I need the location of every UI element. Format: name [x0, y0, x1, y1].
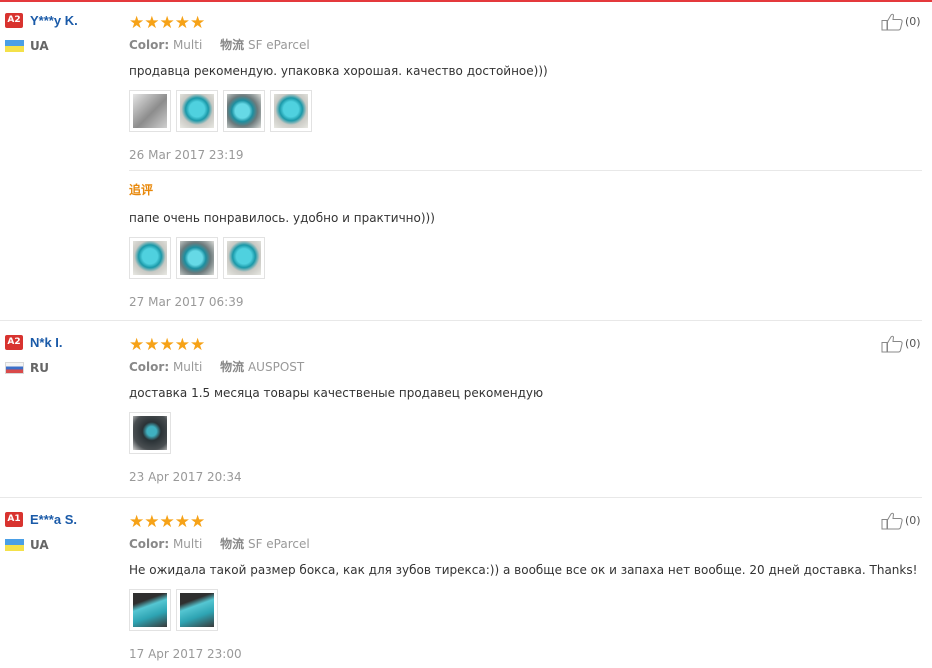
- top-accent-line: [0, 0, 932, 2]
- review-text: Не ожидала такой размер бокса, как для з…: [129, 563, 918, 577]
- followup-content: 追评 папе очень понравилось. удобно и прак…: [129, 182, 879, 309]
- followup-date: 27 Mar 2017 06:39: [129, 295, 244, 309]
- order-info: Color: Multi 物流 AUSPOST: [129, 359, 879, 375]
- ukraine-flag-icon: [5, 538, 24, 551]
- buyer-info: A1 E***a S. UA: [5, 512, 120, 552]
- review-photos: [129, 589, 879, 631]
- star-rating: ★★★★★: [129, 335, 206, 355]
- country-code: UA: [30, 38, 49, 53]
- shipping-value: SF eParcel: [247, 537, 310, 551]
- color-label: Color:: [129, 360, 170, 374]
- shipping-value: SF eParcel: [247, 38, 310, 52]
- buyer-info: A2 N*k I. RU: [5, 335, 120, 375]
- review-content: ★★★★★ Color: Multi 物流 AUSPOST доставка 1…: [129, 335, 879, 484]
- review-date: 17 Apr 2017 23:00: [129, 647, 242, 661]
- like-count: (0): [905, 337, 921, 350]
- review-date: 23 Apr 2017 20:34: [129, 470, 242, 484]
- thumbs-up-icon: [881, 13, 903, 31]
- review-photo-thumbnail[interactable]: [223, 237, 265, 279]
- country-code: RU: [30, 360, 49, 375]
- star-rating: ★★★★★: [129, 13, 206, 33]
- buyer-level-badge: A2: [5, 335, 23, 350]
- thumbs-up-icon: [881, 335, 903, 353]
- review-photo-thumbnail[interactable]: [129, 589, 171, 631]
- color-value: Multi: [172, 537, 203, 551]
- buyer-country: UA: [5, 38, 120, 53]
- review-text: продавца рекомендую. упаковка хорошая. к…: [129, 64, 548, 78]
- buyer-country: RU: [5, 360, 120, 375]
- shipping-label: 物流: [220, 38, 245, 52]
- thumbs-up-icon: [881, 512, 903, 530]
- like-count: (0): [905, 15, 921, 28]
- review-text: доставка 1.5 месяца товары качественые п…: [129, 386, 544, 400]
- shipping-value: AUSPOST: [247, 360, 305, 374]
- country-code: UA: [30, 537, 49, 552]
- review-photo-thumbnail[interactable]: [176, 237, 218, 279]
- buyer-name[interactable]: Y***y K.: [30, 13, 78, 28]
- review-date: 26 Mar 2017 23:19: [129, 148, 244, 162]
- color-value: Multi: [172, 360, 203, 374]
- color-value: Multi: [172, 38, 203, 52]
- followup-photos: [129, 237, 879, 279]
- order-info: Color: Multi 物流 SF eParcel: [129, 37, 879, 53]
- buyer-info: A2 Y***y K. UA: [5, 13, 120, 53]
- like-count: (0): [905, 514, 921, 527]
- buyer-country: UA: [5, 537, 120, 552]
- review-photo-thumbnail[interactable]: [129, 412, 171, 454]
- ukraine-flag-icon: [5, 39, 24, 52]
- buyer-name[interactable]: E***a S.: [30, 512, 77, 527]
- review-content: ★★★★★ Color: Multi 物流 SF eParcel Не ожид…: [129, 512, 918, 661]
- review-photo-thumbnail[interactable]: [223, 90, 265, 132]
- like-button[interactable]: (0): [881, 512, 921, 530]
- review-divider: [0, 320, 922, 321]
- like-button[interactable]: (0): [881, 335, 921, 353]
- order-info: Color: Multi 物流 SF eParcel: [129, 536, 879, 552]
- color-label: Color:: [129, 38, 170, 52]
- followup-divider: [129, 170, 922, 171]
- review-photos: [129, 90, 879, 132]
- review-photo-thumbnail[interactable]: [129, 237, 171, 279]
- followup-text: папе очень понравилось. удобно и практич…: [129, 211, 435, 225]
- review-content: ★★★★★ Color: Multi 物流 SF eParcel продавц…: [129, 13, 879, 162]
- buyer-level-badge: A1: [5, 512, 23, 527]
- review-photo-thumbnail[interactable]: [129, 90, 171, 132]
- review-photos: [129, 412, 879, 454]
- review-divider: [0, 497, 922, 498]
- color-label: Color:: [129, 537, 170, 551]
- buyer-level-badge: A2: [5, 13, 23, 28]
- followup-label: 追评: [129, 183, 154, 197]
- review-photo-thumbnail[interactable]: [176, 589, 218, 631]
- star-rating: ★★★★★: [129, 512, 206, 532]
- like-button[interactable]: (0): [881, 13, 921, 31]
- shipping-label: 物流: [220, 537, 245, 551]
- russia-flag-icon: [5, 361, 24, 374]
- shipping-label: 物流: [220, 360, 245, 374]
- buyer-name[interactable]: N*k I.: [30, 335, 63, 350]
- review-photo-thumbnail[interactable]: [270, 90, 312, 132]
- review-photo-thumbnail[interactable]: [176, 90, 218, 132]
